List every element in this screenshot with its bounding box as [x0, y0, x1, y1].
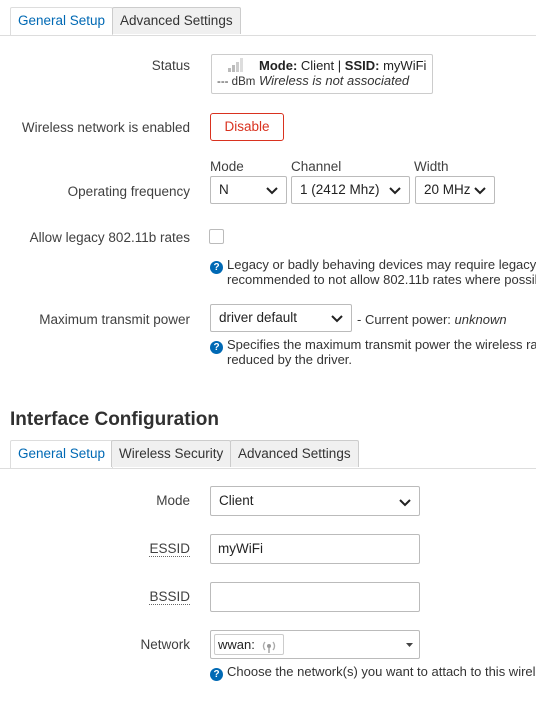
caret-down-icon [406, 643, 413, 647]
help-icon: ? [210, 261, 223, 274]
legacy-rates-label: Allow legacy 802.11b rates [29, 230, 190, 245]
width-select[interactable]: 20 MHz [415, 176, 495, 204]
frequency-mode-select[interactable]: N [210, 176, 287, 204]
frequency-mode-value: N [219, 182, 229, 197]
width-value: 20 MHz [424, 182, 471, 197]
signal-icon [228, 58, 246, 75]
chevron-down-icon [266, 187, 278, 195]
channel-select[interactable]: 1 (2412 Mhz) [291, 176, 410, 204]
interface-tabbar: General Setup Wireless Security Advanced… [0, 440, 536, 469]
current-power-prefix: - Current power: [357, 312, 451, 327]
bssid-input[interactable] [210, 582, 420, 612]
legacy-help-line1: Legacy or badly behaving devices may req… [227, 257, 536, 272]
current-power: - Current power: unknown [357, 312, 507, 327]
chevron-down-icon [399, 499, 411, 507]
mode-sublabel: Mode [210, 159, 244, 174]
essid-label-text: ESSID [149, 541, 190, 557]
network-select[interactable]: wwan: [210, 630, 420, 659]
status-box: --- dBm Mode: Client | SSID: myWiFi Wire… [211, 54, 433, 94]
interface-mode-select[interactable]: Client [210, 486, 420, 516]
mode-key: Mode: [259, 58, 298, 73]
bssid-label: BSSID [149, 589, 190, 605]
network-label: Network [140, 637, 190, 652]
ssid-key: SSID: [344, 58, 380, 73]
transmit-power-value: driver default [219, 310, 298, 325]
chevron-down-icon [331, 315, 343, 323]
wifi-network-icon [261, 637, 277, 663]
chevron-down-icon [389, 187, 401, 195]
dbm-value: --- dBm [217, 76, 256, 88]
help-icon: ? [210, 668, 223, 681]
help-icon: ? [210, 341, 223, 354]
width-sublabel: Width [414, 159, 449, 174]
essid-label: ESSID [149, 541, 190, 557]
current-power-value: unknown [454, 312, 507, 327]
network-help: ? Choose the network(s) you want to attac… [210, 664, 536, 681]
device-tabbar: General Setup Advanced Settings [0, 7, 536, 36]
bssid-label-text: BSSID [149, 589, 190, 605]
operating-frequency-label: Operating frequency [67, 184, 190, 199]
status-label: Status [151, 58, 190, 73]
status-mode-ssid: Mode: Client | SSID: myWiFi [259, 58, 426, 73]
tab-advanced-settings[interactable]: Advanced Settings [112, 7, 241, 34]
chevron-down-icon [474, 187, 486, 195]
channel-sublabel: Channel [291, 159, 342, 174]
transmit-power-label: Maximum transmit power [39, 312, 190, 327]
tab-wireless-security[interactable]: Wireless Security [111, 440, 232, 467]
mode-value: Client [300, 58, 335, 73]
association-status: Wireless is not associated [259, 73, 410, 88]
interface-mode-value: Client [219, 493, 254, 508]
interface-configuration-heading: Interface Configuration [10, 409, 220, 430]
network-help-text: Choose the network(s) you want to attach… [227, 664, 536, 679]
essid-input[interactable]: myWiFi [210, 534, 420, 564]
tab-general-setup[interactable]: General Setup [10, 7, 114, 35]
wireless-enabled-label: Wireless network is enabled [21, 120, 190, 135]
power-help-line2: reduced by the driver. [227, 352, 353, 367]
transmit-power-select[interactable]: driver default [210, 304, 352, 332]
disable-button[interactable]: Disable [210, 113, 284, 141]
legacy-help-line2: recommended to not allow 802.11b rates w… [227, 272, 536, 287]
power-help-line1: Specifies the maximum transmit power the… [227, 337, 536, 352]
status-separator: | [337, 58, 342, 73]
network-chip: wwan: [214, 634, 284, 655]
network-chip-label: wwan: [218, 637, 255, 652]
tab-interface-general-setup[interactable]: General Setup [10, 440, 114, 468]
tab-interface-advanced-settings[interactable]: Advanced Settings [230, 440, 359, 467]
ssid-value: myWiFi [383, 58, 427, 73]
channel-value: 1 (2412 Mhz) [300, 182, 380, 197]
legacy-rates-checkbox[interactable] [209, 229, 224, 244]
interface-mode-label: Mode [156, 493, 190, 508]
